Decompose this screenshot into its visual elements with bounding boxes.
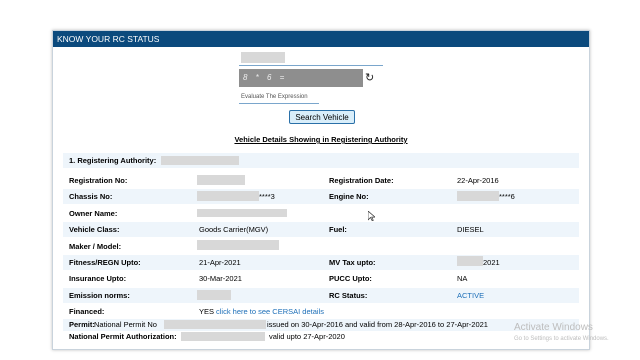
fuel-value: DIESEL <box>457 225 484 234</box>
redacted-value <box>164 320 266 329</box>
redacted-value <box>197 175 245 185</box>
registration-date-value: 22-Apr-2016 <box>457 176 499 185</box>
input-underline <box>239 65 383 66</box>
cersai-details-link[interactable]: click here to see CERSAI details <box>216 307 324 316</box>
redacted-value <box>197 290 231 300</box>
engine-no-value: ****6 <box>499 192 515 201</box>
redacted-input <box>241 52 285 63</box>
engine-no-label: Engine No: <box>329 192 369 201</box>
vehicle-class-label: Vehicle Class: <box>69 225 120 234</box>
permit-validity: issued on 30-Apr-2016 and valid from 28-… <box>267 320 488 329</box>
insurance-upto-label: Insurance Upto: <box>69 274 127 283</box>
emission-norms-label: Emission norms: <box>69 291 130 300</box>
row-background <box>63 222 579 237</box>
captcha-image: 8 * 6 = <box>239 69 363 87</box>
search-vehicle-button[interactable]: Search Vehicle <box>289 110 355 124</box>
redacted-value <box>197 191 259 201</box>
section-heading: Vehicle Details Showing in Registering A… <box>234 135 408 144</box>
national-permit-validity: valid upto 27-Apr-2020 <box>269 332 345 341</box>
redacted-value <box>197 209 287 217</box>
insurance-upto-value: 30-Mar-2021 <box>199 274 242 283</box>
captcha-hint: Evaluate The Expression <box>241 94 308 100</box>
registration-date-label: Registration Date: <box>329 176 394 185</box>
panel-title: KNOW YOUR RC STATUS <box>53 31 589 47</box>
registration-no-label: Registration No: <box>69 176 128 185</box>
financed-value: YES <box>199 307 215 316</box>
mv-tax-upto-value: 2021 <box>483 258 500 267</box>
chassis-no-label: Chassis No: <box>69 192 113 201</box>
pucc-upto-value: NA <box>457 274 468 283</box>
pucc-upto-label: PUCC Upto: <box>329 274 372 283</box>
chassis-no-value: ****3 <box>259 192 275 201</box>
captcha-input-underline[interactable] <box>239 103 319 104</box>
row-background <box>63 288 579 303</box>
fuel-label: Fuel: <box>329 225 347 234</box>
rc-status-label: RC Status: <box>329 291 368 300</box>
registering-authority-label: 1. Registering Authority: <box>69 156 157 165</box>
redacted-value <box>197 240 279 250</box>
fitness-upto-value: 21-Apr-2021 <box>199 258 241 267</box>
permit-label: Permit: <box>69 320 95 329</box>
owner-name-label: Owner Name: <box>69 209 118 218</box>
mouse-cursor-icon <box>368 211 375 221</box>
redacted-value <box>161 156 239 165</box>
national-permit-label: National Permit Authorization: <box>69 332 177 341</box>
redacted-value <box>457 191 499 201</box>
redacted-value <box>457 256 483 266</box>
rc-status-panel: KNOW YOUR RC STATUS 8 * 6 = ↻ Evaluate T… <box>52 30 590 350</box>
maker-model-label: Maker / Model: <box>69 242 122 251</box>
fitness-upto-label: Fitness/REGN Upto: <box>69 258 141 267</box>
financed-label: Financed: <box>69 307 105 316</box>
rc-status-value: ACTIVE <box>457 291 485 300</box>
mv-tax-upto-label: MV Tax upto: <box>329 258 376 267</box>
redacted-value <box>181 332 265 341</box>
refresh-captcha-icon[interactable]: ↻ <box>365 71 374 84</box>
vehicle-class-value: Goods Carrier(MGV) <box>199 225 269 234</box>
permit-prefix: National Permit No <box>94 320 157 329</box>
activation-watermark-subtitle: Go to Settings to activate Windows. <box>514 336 609 342</box>
activation-watermark-title: Activate Windows <box>514 322 593 333</box>
